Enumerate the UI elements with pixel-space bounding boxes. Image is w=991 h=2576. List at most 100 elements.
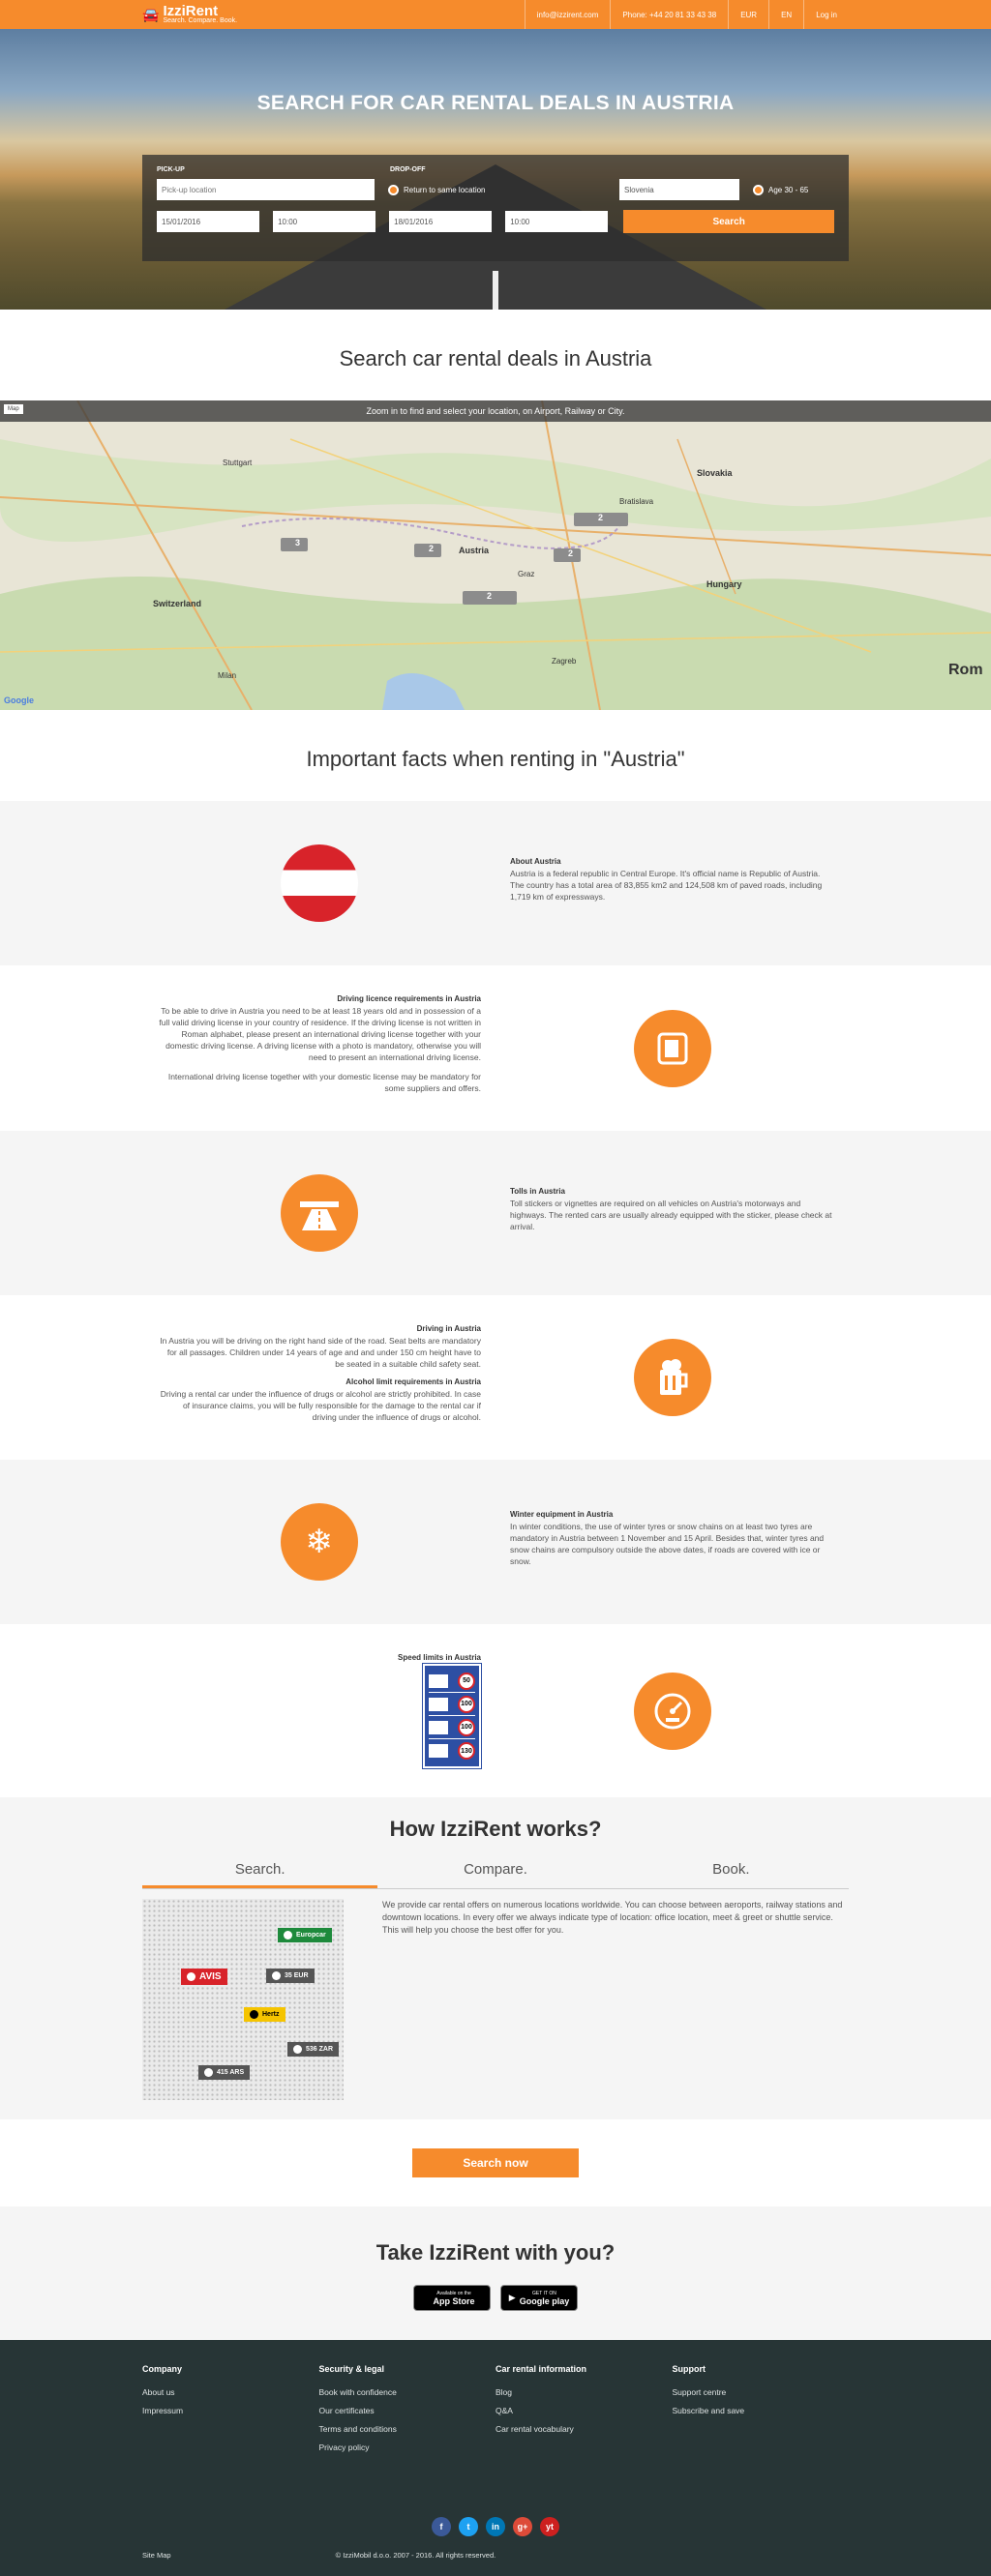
footer-link[interactable]: Car rental vocabulary xyxy=(496,2424,673,2434)
how-description: We provide car rental offers on numerous… xyxy=(382,1900,843,1935)
footer-col-title: Support xyxy=(672,2364,706,2374)
pickup-label: PICK-UP xyxy=(157,166,185,173)
fact-text: Driving a rental car under the influence… xyxy=(160,1389,481,1422)
twitter-icon[interactable]: t xyxy=(459,2517,478,2536)
radio-dot-icon xyxy=(388,184,399,195)
road-stripe xyxy=(493,271,498,310)
store-label: Google play xyxy=(519,2295,570,2306)
fact-heading: Alcohol limit requirements in Austria xyxy=(345,1377,481,1386)
footer-link[interactable]: Terms and conditions xyxy=(319,2424,496,2434)
footer-link[interactable]: Q&A xyxy=(496,2406,673,2415)
age-label: Age 30 - 65 xyxy=(768,185,809,194)
speed-value: 100 xyxy=(458,1718,475,1736)
map-label-zagreb: Zagreb xyxy=(552,657,577,666)
language-selector[interactable]: EN xyxy=(768,0,803,29)
price-badge: 415 ARS xyxy=(198,2065,251,2080)
map-type-toggle[interactable]: Map xyxy=(4,404,23,414)
map-marker[interactable]: 2 xyxy=(429,544,434,553)
fact-heading: Driving in Austria xyxy=(416,1324,481,1333)
fact-winter: ❄ Winter equipment in Austria In winter … xyxy=(0,1460,991,1624)
europcar-badge: Europcar xyxy=(278,1928,332,1942)
dropoff-label: DROP-OFF xyxy=(390,166,426,173)
logo-name: IzziRent xyxy=(163,2,219,19)
logo[interactable]: 🚘 IzziRent Search. Compare. Book. xyxy=(142,2,237,25)
fact-driving: Driving in Austria In Austria you will b… xyxy=(0,1295,991,1460)
phone-link[interactable]: Phone: +44 20 81 33 43 38 xyxy=(610,0,728,29)
speed-limit-signs: 50 100 100 130 xyxy=(422,1663,482,1769)
search-now-button[interactable]: Search now xyxy=(412,2148,579,2177)
fact-text: International driving license together w… xyxy=(167,1072,481,1093)
pin-icon xyxy=(250,2010,258,2019)
tab-search[interactable]: Search. xyxy=(142,1861,378,1888)
price-badge: 536 ZAR xyxy=(287,2042,340,2057)
car-icon: 🚘 xyxy=(142,6,160,22)
play-icon: ▶ xyxy=(508,2293,516,2302)
fact-heading: About Austria xyxy=(510,856,561,866)
how-it-works: How IzziRent works? Search. Compare. Boo… xyxy=(0,1797,991,2119)
googleplus-icon[interactable]: g+ xyxy=(513,2517,532,2536)
age-radio[interactable]: Age 30 - 65 xyxy=(753,184,809,195)
map-label-hungary: Hungary xyxy=(706,579,742,589)
map-marker[interactable]: 2 xyxy=(598,513,603,522)
town-icon xyxy=(429,1673,448,1688)
map-label-graz: Graz xyxy=(518,570,535,578)
pickup-location-input[interactable] xyxy=(157,179,375,200)
search-button[interactable]: Search xyxy=(623,210,834,233)
google-play-button[interactable]: ▶ GET IT ON Google play xyxy=(500,2285,578,2311)
map-label-slovakia: Slovakia xyxy=(697,468,733,478)
footer-link-about[interactable]: About us xyxy=(142,2387,319,2397)
footer-link[interactable]: Our certificates xyxy=(319,2406,496,2415)
sign-row: 100 xyxy=(429,1716,475,1739)
badge-label: AVIS xyxy=(199,1971,222,1982)
footer-link-impressum[interactable]: Impressum xyxy=(142,2406,319,2415)
radio-dot-icon xyxy=(753,184,764,195)
pin-icon xyxy=(187,1972,195,1981)
linkedin-icon[interactable]: in xyxy=(486,2517,505,2536)
speed-value: 100 xyxy=(458,1695,475,1713)
country-select[interactable]: Slovenia xyxy=(619,179,739,200)
top-bar: 🚘 IzziRent Search. Compare. Book. info@i… xyxy=(0,0,991,29)
map-label-stuttgart: Stuttgart xyxy=(223,459,253,467)
map-marker[interactable]: 3 xyxy=(295,538,300,548)
badge-label: 536 ZAR xyxy=(306,2046,334,2053)
tab-book[interactable]: Book. xyxy=(614,1861,849,1888)
pickup-date-input[interactable]: 15/01/2016 xyxy=(157,211,260,232)
hero: SEARCH FOR CAR RENTAL DEALS IN AUSTRIA P… xyxy=(0,29,991,310)
fact-heading: Driving licence requirements in Austria xyxy=(337,994,481,1003)
pin-icon xyxy=(293,2045,302,2054)
map-marker[interactable]: 2 xyxy=(487,591,492,601)
footer-link[interactable]: Support centre xyxy=(673,2387,850,2397)
dropoff-date-input[interactable]: 18/01/2016 xyxy=(389,211,493,232)
app-store-button[interactable]: Available on the App Store xyxy=(413,2285,491,2311)
motorway-icon xyxy=(429,1744,448,1758)
footer-link[interactable]: Book with confidence xyxy=(319,2387,496,2397)
email-link[interactable]: info@izzirent.com xyxy=(524,0,611,29)
social-links: f t in g+ yt xyxy=(142,2517,849,2536)
currency-selector[interactable]: EUR xyxy=(728,0,768,29)
footer-link[interactable]: Blog xyxy=(496,2387,673,2397)
pickup-time-select[interactable]: 10:00 xyxy=(273,211,376,232)
footer-col-title: Security & legal xyxy=(318,2364,385,2374)
sitemap-link[interactable]: Site Map xyxy=(142,2551,171,2560)
licence-card-icon xyxy=(633,1009,711,1087)
footer-link[interactable]: Privacy policy xyxy=(319,2443,496,2452)
dropoff-time-select[interactable]: 10:00 xyxy=(505,211,609,232)
badge-label: 415 ARS xyxy=(217,2069,245,2076)
sign-row: 100 xyxy=(429,1693,475,1716)
footer-col-title: Company xyxy=(142,2364,183,2374)
footer-link[interactable]: Subscribe and save xyxy=(673,2406,850,2415)
facebook-icon[interactable]: f xyxy=(432,2517,451,2536)
fact-heading: Winter equipment in Austria xyxy=(510,1509,614,1519)
cta-section: Search now xyxy=(0,2119,991,2206)
login-link[interactable]: Log in xyxy=(803,0,849,29)
footer-col-title: Car rental information xyxy=(496,2364,587,2374)
return-same-radio[interactable]: Return to same location xyxy=(388,184,606,195)
location-map[interactable]: Zoom in to find and select your location… xyxy=(0,400,991,710)
austria-flag-icon xyxy=(280,844,358,922)
badge-label: 35 EUR xyxy=(285,1972,309,1979)
map-marker[interactable]: 2 xyxy=(568,548,573,558)
youtube-icon[interactable]: yt xyxy=(540,2517,559,2536)
store-label: App Store xyxy=(433,2295,475,2306)
tab-compare[interactable]: Compare. xyxy=(377,1861,613,1888)
speedometer-icon xyxy=(633,1672,711,1750)
